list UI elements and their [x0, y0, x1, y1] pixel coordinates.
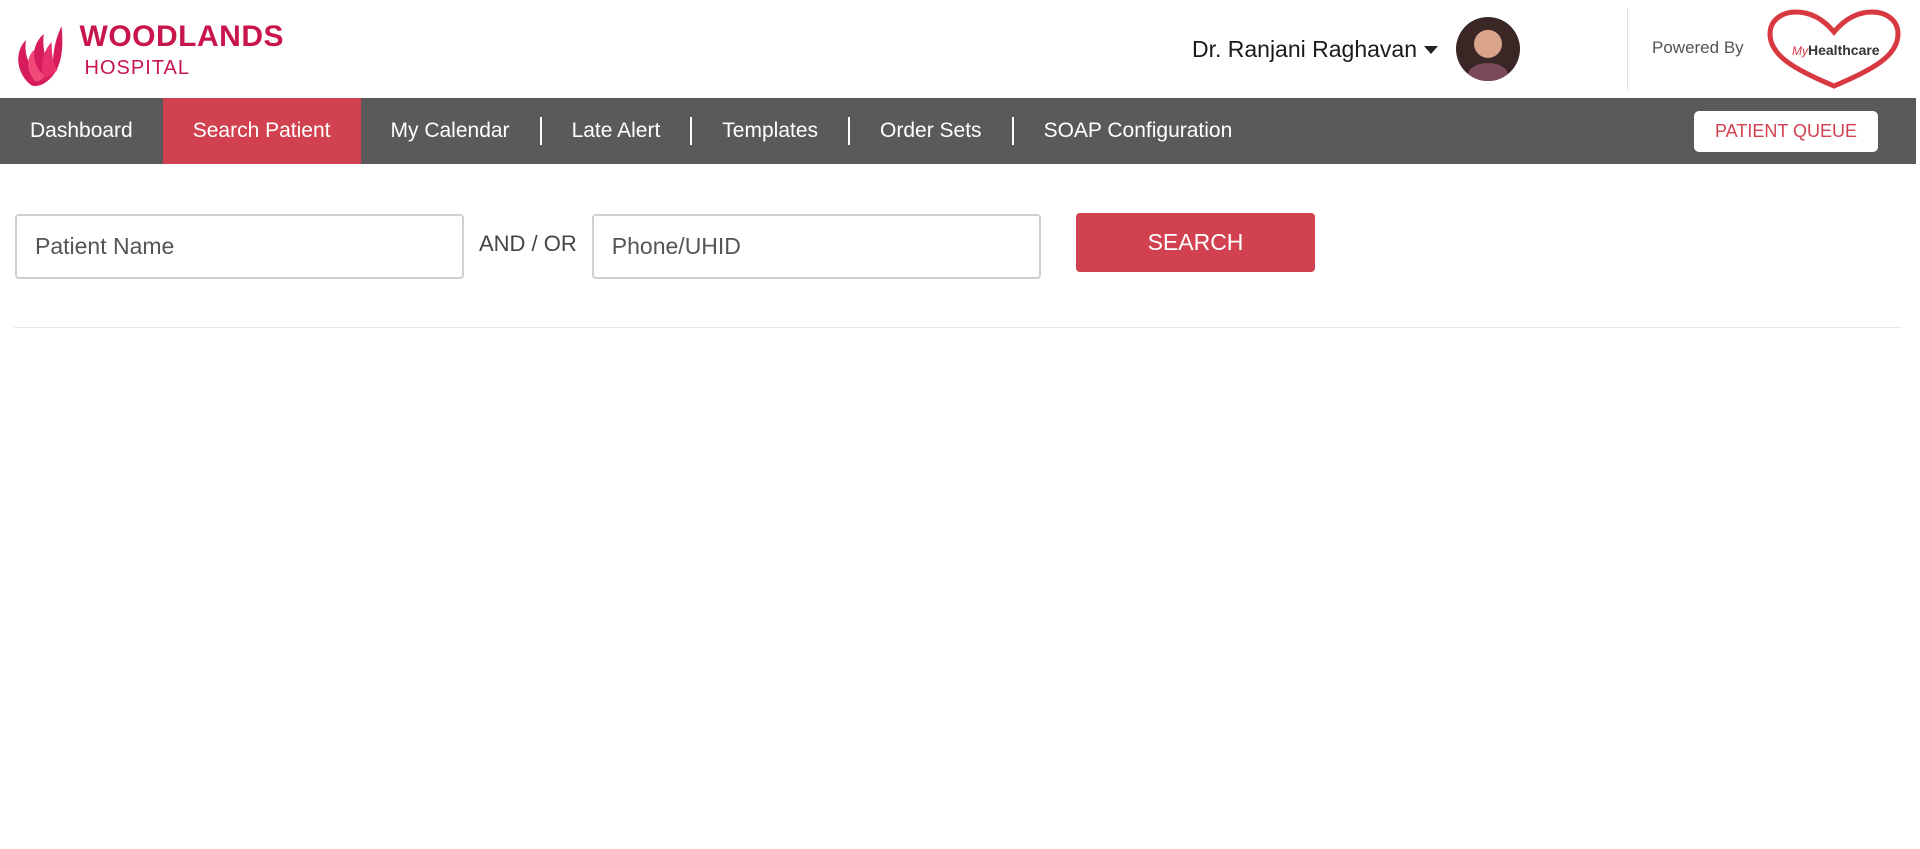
hospital-logo[interactable]: WOODLANDS HOSPITAL: [14, 12, 284, 88]
phone-uhid-input[interactable]: [591, 213, 1041, 279]
patient-queue-button[interactable]: PATIENT QUEUE: [1694, 111, 1878, 152]
search-form: AND / OR: [15, 213, 1041, 279]
partner-prefix: My: [1792, 44, 1808, 58]
powered-by-label: Powered By: [1652, 38, 1744, 57]
main-nav: Dashboard Search Patient My Calendar Lat…: [0, 98, 1916, 164]
app-header: WOODLANDS HOSPITAL Dr. Ranjani Raghavan …: [0, 0, 1920, 98]
flame-logo-icon: [18, 26, 63, 87]
header-divider: [1627, 8, 1628, 90]
avatar[interactable]: [1456, 17, 1520, 81]
nav-dashboard[interactable]: Dashboard: [0, 98, 163, 164]
patient-name-input[interactable]: [15, 213, 464, 279]
partner-name: Healthcare: [1808, 42, 1880, 58]
user-menu[interactable]: Dr. Ranjani Raghavan: [1192, 16, 1520, 82]
chevron-down-icon[interactable]: [1424, 46, 1438, 54]
user-name[interactable]: Dr. Ranjani Raghavan: [1192, 36, 1417, 63]
nav-my-calendar[interactable]: My Calendar: [361, 98, 540, 164]
nav-search-patient[interactable]: Search Patient: [162, 98, 361, 164]
nav-order-sets[interactable]: Order Sets: [850, 98, 1012, 164]
nav-soap-configuration[interactable]: SOAP Configuration: [1014, 98, 1263, 164]
search-button[interactable]: SEARCH: [1076, 213, 1315, 272]
and-or-label: AND / OR: [479, 231, 577, 256]
brand-subtitle: HOSPITAL: [84, 57, 190, 79]
brand-name: WOODLANDS: [79, 20, 284, 53]
partner-logo-text: MyHealthcare: [1792, 42, 1880, 58]
content-divider: [14, 327, 1902, 328]
nav-templates[interactable]: Templates: [692, 98, 848, 164]
nav-late-alert[interactable]: Late Alert: [542, 98, 691, 164]
